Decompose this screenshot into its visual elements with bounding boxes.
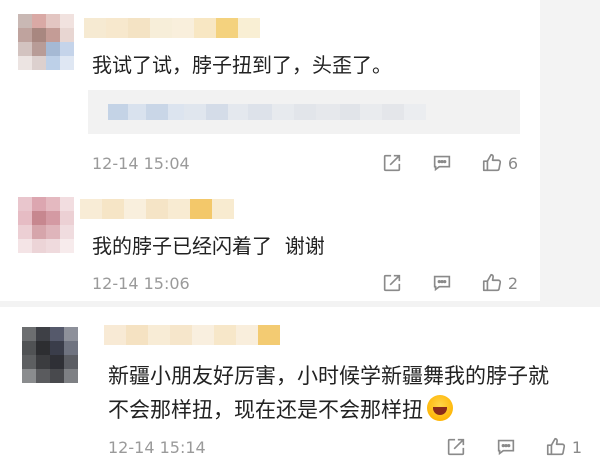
- comment-button[interactable]: [431, 272, 453, 294]
- share-icon: [383, 154, 400, 172]
- username-redacted[interactable]: [84, 18, 260, 38]
- avatar[interactable]: [22, 327, 78, 383]
- avatar[interactable]: [18, 197, 74, 253]
- comment-meta: 12-14 15:06 2: [92, 271, 532, 295]
- timestamp: 12-14 15:04: [92, 153, 190, 173]
- like-button[interactable]: 1: [545, 436, 582, 458]
- comment-icon: [433, 275, 450, 292]
- comment-text: 我试了试，脖子扭到了，头歪了。: [92, 53, 392, 77]
- quoted-reply[interactable]: [88, 90, 520, 134]
- username-redacted[interactable]: [104, 325, 280, 345]
- thumbs-up-icon: [482, 273, 501, 292]
- thumbs-up-icon: [482, 153, 501, 172]
- like-count: 2: [507, 273, 518, 293]
- username-redacted[interactable]: [80, 199, 234, 219]
- comment-actions: 6: [353, 151, 518, 175]
- timestamp: 12-14 15:14: [108, 437, 206, 457]
- laughing-emoji-icon: [427, 395, 453, 421]
- like-button[interactable]: 2: [481, 272, 518, 294]
- avatar[interactable]: [18, 14, 74, 70]
- comment-meta: 12-14 15:04 6: [92, 151, 532, 175]
- share-button[interactable]: [445, 436, 467, 458]
- share-icon: [447, 438, 464, 456]
- comment-item: 新疆小朋友好厉害，小时候学新疆舞我的脖子就不会那样扭，现在还是不会那样扭 12-…: [0, 307, 600, 476]
- share-button[interactable]: [381, 152, 403, 174]
- comment-icon: [497, 439, 514, 456]
- comment-text: 我的脖子已经闪着了 谢谢: [92, 234, 325, 258]
- like-count: 1: [571, 437, 582, 457]
- comment-icon: [433, 155, 450, 172]
- like-button[interactable]: 6: [481, 152, 518, 174]
- share-icon: [383, 274, 400, 292]
- comment-text-content: 新疆小朋友好厉害，小时候学新疆舞我的脖子就不会那样扭，现在还是不会那样扭: [108, 364, 549, 422]
- share-button[interactable]: [381, 272, 403, 294]
- comment-actions: 1: [417, 435, 582, 459]
- comment-button[interactable]: [495, 436, 517, 458]
- comment-actions: 2: [353, 271, 518, 295]
- comment-text: 新疆小朋友好厉害，小时候学新疆舞我的脖子就不会那样扭，现在还是不会那样扭: [108, 359, 558, 427]
- comment-button[interactable]: [431, 152, 453, 174]
- timestamp: 12-14 15:06: [92, 273, 190, 293]
- comment-item: 我的脖子已经闪着了 谢谢 12-14 15:06 2: [0, 183, 540, 301]
- thumbs-up-icon: [546, 437, 565, 456]
- right-gutter: [540, 0, 600, 301]
- like-count: 6: [507, 153, 518, 173]
- comment-item: 我试了试，脖子扭到了，头歪了。 12-14 15:04 6: [0, 0, 540, 183]
- comment-meta: 12-14 15:14 1: [108, 435, 596, 459]
